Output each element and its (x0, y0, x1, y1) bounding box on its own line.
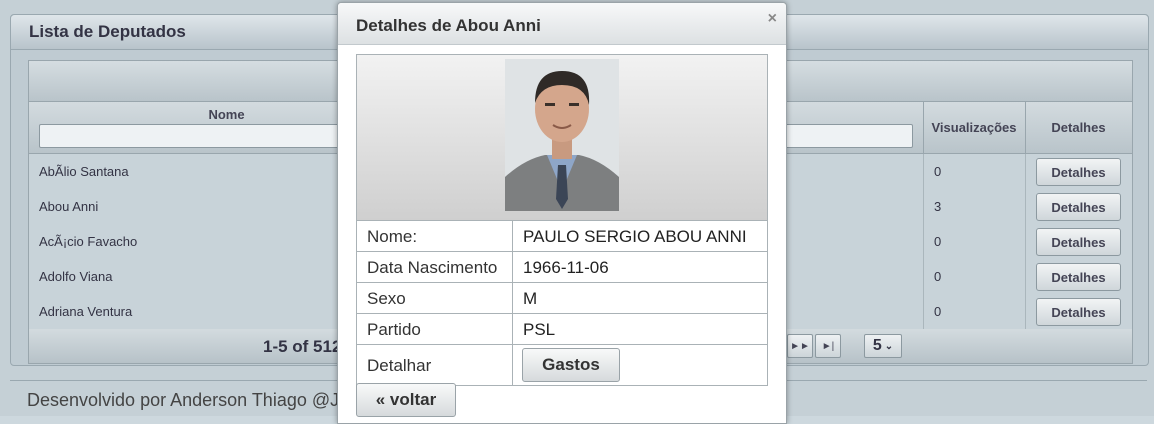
column-label-views: Visualizações (931, 120, 1017, 135)
row-divider (512, 283, 513, 313)
deputy-name: Adriana Ventura (39, 304, 133, 319)
detail-label: Detalhar (367, 356, 432, 375)
dialog-header: Detalhes de Abou Anni × (338, 3, 786, 45)
detail-value: PSL (523, 320, 556, 339)
details-button[interactable]: Detalhes (1036, 193, 1121, 221)
column-divider (923, 294, 924, 329)
column-divider (923, 154, 924, 189)
rows-per-page-value: 5 (872, 337, 882, 354)
row-divider (512, 221, 513, 251)
deputy-name: Adolfo Viana (39, 269, 113, 284)
column-divider (923, 224, 924, 259)
row-divider (512, 314, 513, 344)
detail-row-expenses: Detalhar Gastos (357, 345, 767, 385)
detail-label: Nome: (367, 227, 418, 246)
expenses-button[interactable]: Gastos (522, 348, 620, 382)
close-icon[interactable]: × (768, 10, 777, 28)
next-page-icon[interactable]: ►► (787, 334, 813, 358)
row-divider (512, 345, 513, 385)
detail-value: M (523, 289, 538, 308)
last-page-icon[interactable]: ►| (815, 334, 841, 358)
details-button[interactable]: Detalhes (1036, 298, 1121, 326)
photo-cell (357, 55, 767, 221)
detail-value: PAULO SERGIO ABOU ANNI (523, 227, 747, 246)
page-report: 1-5 of 512 (263, 337, 342, 356)
view-count: 0 (934, 304, 942, 319)
footer-text: Desenvolvido por Anderson Thiago @Ju (27, 390, 350, 410)
detail-value: 1966-11-06 (523, 258, 609, 277)
column-header-details: Detalhes (1025, 102, 1132, 153)
details-button[interactable]: Detalhes (1036, 228, 1121, 256)
row-divider (512, 252, 513, 282)
dialog-title: Detalhes de Abou Anni (356, 16, 541, 35)
profile-photo (505, 59, 619, 211)
column-divider (923, 189, 924, 224)
view-count: 0 (934, 269, 942, 284)
chevron-down-icon: ⌄ (884, 340, 894, 352)
deputy-name: AbÃlio Santana (39, 164, 129, 179)
detail-row-birthdate: Data Nascimento 1966-11-06 (357, 252, 767, 283)
column-divider (923, 259, 924, 294)
detail-row-sex: Sexo M (357, 283, 767, 314)
column-divider (1025, 224, 1026, 259)
column-divider (1025, 189, 1026, 224)
column-divider (1025, 154, 1026, 189)
deputy-name: Abou Anni (39, 199, 99, 214)
detail-label: Partido (367, 320, 421, 339)
detail-row-name: Nome: PAULO SERGIO ABOU ANNI (357, 221, 767, 252)
deputy-name: AcÃ¡cio Favacho (39, 234, 138, 249)
back-button[interactable]: « voltar (356, 383, 456, 417)
detail-label: Data Nascimento (367, 258, 498, 277)
column-header-views[interactable]: Visualizações (923, 102, 1026, 153)
column-divider (1025, 259, 1026, 294)
panel-title: Lista de Deputados (29, 22, 186, 41)
column-label-details: Detalhes (1051, 120, 1106, 135)
view-count: 3 (934, 199, 942, 214)
rows-per-page-select[interactable]: 5 ⌄ (864, 334, 902, 358)
details-button[interactable]: Detalhes (1036, 263, 1121, 291)
view-count: 0 (934, 234, 942, 249)
view-count: 0 (934, 164, 942, 179)
column-divider (1025, 294, 1026, 329)
details-table: Nome: PAULO SERGIO ABOU ANNI Data Nascim… (356, 54, 768, 386)
details-button[interactable]: Detalhes (1036, 158, 1121, 186)
details-dialog: Detalhes de Abou Anni × Nome: PAULO SERG… (337, 2, 787, 424)
detail-label: Sexo (367, 289, 406, 308)
detail-row-party: Partido PSL (357, 314, 767, 345)
